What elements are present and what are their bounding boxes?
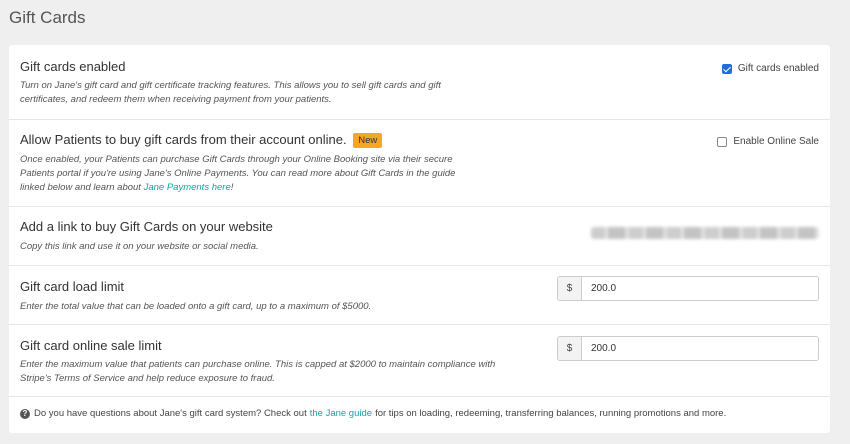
gift-cards-enabled-description: Turn on Jane's gift card and gift certif… [20, 79, 520, 107]
gift-card-url-redacted[interactable] [591, 227, 819, 239]
new-badge: New [353, 133, 383, 148]
load-limit-row: Gift card load limit Enter the total val… [9, 266, 830, 325]
gift-cards-enabled-row: Gift cards enabled Turn on Jane's gift c… [9, 45, 830, 120]
checkbox-label: Gift cards enabled [737, 63, 819, 74]
description-line: Turn on Jane's gift card and gift certif… [20, 80, 441, 91]
load-limit-description: Enter the total value that can be loaded… [20, 301, 372, 312]
checkbox-unchecked-icon[interactable] [717, 136, 728, 147]
description-text: ! [230, 182, 234, 193]
description-line: Once enabled, your Patients can purchase… [20, 154, 453, 165]
description-text: linked below and learn about [20, 182, 144, 193]
description-line: certificates, and redeem them when recei… [20, 94, 332, 105]
jane-payments-link[interactable]: Jane Payments here [144, 182, 231, 193]
online-sale-limit-input[interactable] [582, 337, 818, 360]
website-link-description: Copy this link and use it on your websit… [20, 241, 259, 252]
load-limit-input[interactable] [582, 277, 818, 300]
online-purchase-title: Allow Patients to buy gift cards from th… [20, 132, 383, 148]
currency-prefix: $ [558, 277, 582, 300]
description-line: linked below and learn about Jane Paymen… [20, 181, 520, 195]
description-line: Enter the maximum value that patients ca… [20, 359, 496, 370]
gift-cards-panel: Gift cards enabled Turn on Jane's gift c… [9, 45, 830, 433]
online-purchase-description: Once enabled, your Patients can purchase… [20, 153, 520, 195]
help-footer: ? Do you have questions about Jane's gif… [20, 408, 726, 419]
question-circle-icon: ? [20, 408, 30, 419]
description-line: Stripe's Terms of Service and help reduc… [20, 373, 275, 384]
load-limit-title: Gift card load limit [20, 279, 125, 294]
page-title: Gift Cards [9, 8, 86, 27]
gift-cards-enabled-checkbox[interactable]: Gift cards enabled [721, 63, 819, 74]
description-line: Patients portal if you're using Jane's O… [20, 168, 456, 179]
enable-online-sale-checkbox[interactable]: Enable Online Sale [717, 136, 819, 147]
online-purchase-row: Allow Patients to buy gift cards from th… [9, 120, 830, 207]
checkbox-label: Enable Online Sale [733, 136, 819, 147]
website-link-title: Add a link to buy Gift Cards on your web… [20, 219, 273, 234]
online-sale-limit-title: Gift card online sale limit [20, 338, 162, 353]
website-link-row: Add a link to buy Gift Cards on your web… [9, 207, 830, 266]
footer-text: for tips on loading, redeeming, transfer… [375, 408, 727, 419]
checkbox-checked-icon[interactable] [721, 63, 732, 74]
currency-prefix: $ [558, 337, 582, 360]
online-purchase-title-text: Allow Patients to buy gift cards from th… [20, 132, 347, 147]
gift-cards-enabled-title: Gift cards enabled [20, 59, 126, 74]
online-sale-limit-description: Enter the maximum value that patients ca… [20, 358, 520, 386]
load-limit-field: $ [557, 276, 819, 301]
online-sale-limit-row: Gift card online sale limit Enter the ma… [9, 325, 830, 397]
jane-guide-link[interactable]: the Jane guide [310, 408, 372, 419]
online-sale-limit-field: $ [557, 336, 819, 361]
footer-text: Do you have questions about Jane's gift … [34, 408, 307, 419]
